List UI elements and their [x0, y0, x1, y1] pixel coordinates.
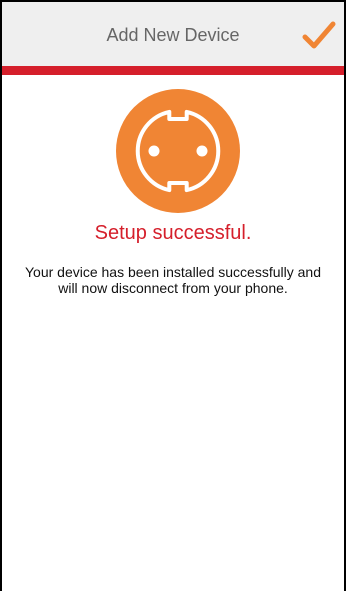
page-title: Add New Device [106, 25, 240, 45]
confirm-button[interactable] [298, 18, 338, 54]
title-bar: Add New Device [2, 2, 344, 66]
setup-status-message: Your device has been installed successfu… [24, 264, 321, 296]
app-screen: Add New Device Setup successful. Your de… [2, 2, 344, 591]
checkmark-icon [302, 21, 336, 49]
power-socket-icon [116, 89, 240, 213]
setup-status-title: Setup successful. [94, 222, 252, 244]
header-accent-bar [2, 66, 344, 75]
